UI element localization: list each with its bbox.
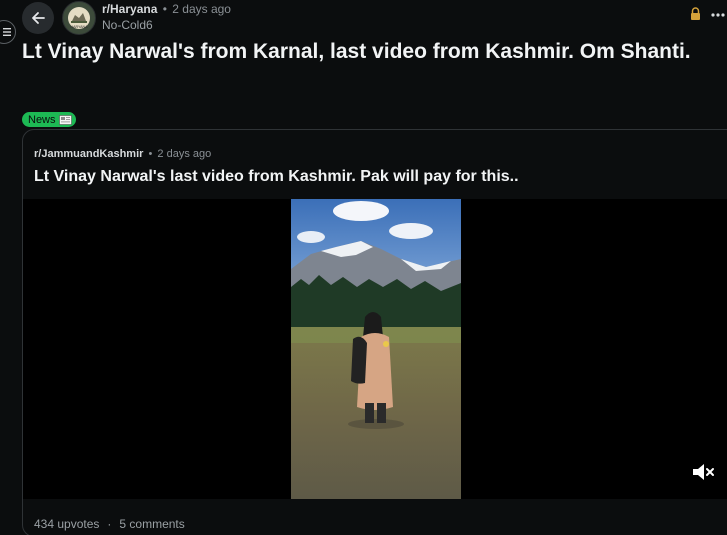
flair-label: News [28,113,56,126]
back-arrow-icon [32,12,45,24]
subreddit-avatar[interactable]: HARYANA [62,1,96,35]
stats-separator: · [107,517,112,531]
comment-count[interactable]: 5 comments [119,517,184,531]
back-button[interactable] [22,2,54,34]
video-player[interactable] [23,199,727,499]
newspaper-icon [58,114,72,125]
video-frame [291,199,461,499]
crosspost-stats: 434 upvotes · 5 comments [34,517,185,531]
crosspost-meta-separator: • [148,148,153,160]
avatar-lettering: HARYANA [70,25,88,29]
sidebar-toggle-button[interactable] [0,20,16,44]
post-header-meta: r/Haryana • 2 days ago No-Cold6 [102,2,231,32]
crosspost-subreddit-link[interactable]: r/JammuandKashmir [34,148,143,160]
post-page: HARYANA r/Haryana • 2 days ago No-Cold6 … [0,0,727,535]
crosspost-timestamp: 2 days ago [157,148,212,160]
lock-icon [691,7,700,20]
subreddit-link[interactable]: r/Haryana [102,2,157,16]
post-flair[interactable]: News [22,112,76,127]
more-options-icon[interactable] [709,6,727,24]
crosspost-card[interactable]: r/JammuandKashmir • 2 days ago Lt Vinay … [22,129,727,535]
upvote-count: 434 upvotes [34,517,100,531]
crosspost-title[interactable]: Lt Vinay Narwal's last video from Kashmi… [34,167,519,187]
meta-separator: • [162,2,167,16]
muted-speaker-icon[interactable] [691,461,715,483]
post-timestamp: 2 days ago [172,2,231,16]
post-title: Lt Vinay Narwal's from Karnal, last vide… [22,40,691,63]
menu-icon [2,28,11,36]
author-link[interactable]: No-Cold6 [102,18,231,32]
crosspost-meta: r/JammuandKashmir • 2 days ago [34,148,211,161]
